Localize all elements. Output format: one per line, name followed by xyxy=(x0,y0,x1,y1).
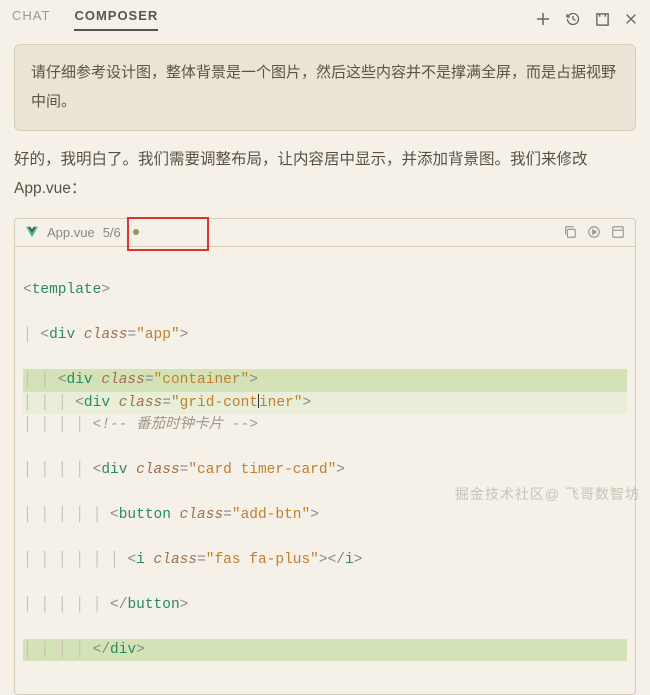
close-icon[interactable] xyxy=(624,12,638,26)
text-cursor xyxy=(258,394,259,408)
header-actions xyxy=(535,11,638,27)
tab-bar: CHAT COMPOSER xyxy=(12,8,535,31)
code-file-header: App.vue 5/6 xyxy=(15,219,635,247)
code-actions xyxy=(563,225,625,239)
plus-icon[interactable] xyxy=(535,11,551,27)
annotation-box xyxy=(127,217,209,251)
code-content[interactable]: <template> │ <div class="app"> │ │ <div … xyxy=(15,247,635,694)
history-icon[interactable] xyxy=(565,11,581,27)
file-progress: 5/6 xyxy=(103,225,121,240)
code-block: App.vue 5/6 <template> │ <div class="app… xyxy=(14,218,636,695)
maximize-icon[interactable] xyxy=(595,12,610,27)
play-icon[interactable] xyxy=(587,225,601,239)
prompt-text: 请仔细参考设计图，整体背景是一个图片，然后这些内容并不是撑满全屏，而是占据视野中… xyxy=(31,64,616,110)
apply-icon[interactable] xyxy=(611,225,625,239)
assistant-response: 好的，我明白了。我们需要调整布局，让内容居中显示，并添加背景图。我们来修改 Ap… xyxy=(14,145,636,204)
tab-composer[interactable]: COMPOSER xyxy=(74,8,158,31)
panel-header: CHAT COMPOSER xyxy=(0,0,650,38)
tab-chat[interactable]: CHAT xyxy=(12,8,50,31)
vue-icon xyxy=(25,225,39,239)
status-dot-icon xyxy=(133,229,139,235)
response-text: 好的，我明白了。我们需要调整布局，让内容居中显示，并添加背景图。我们来修改 Ap… xyxy=(14,151,588,197)
user-prompt: 请仔细参考设计图，整体背景是一个图片，然后这些内容并不是撑满全屏，而是占据视野中… xyxy=(14,44,636,131)
copy-icon[interactable] xyxy=(563,225,577,239)
file-name: App.vue xyxy=(47,225,95,240)
